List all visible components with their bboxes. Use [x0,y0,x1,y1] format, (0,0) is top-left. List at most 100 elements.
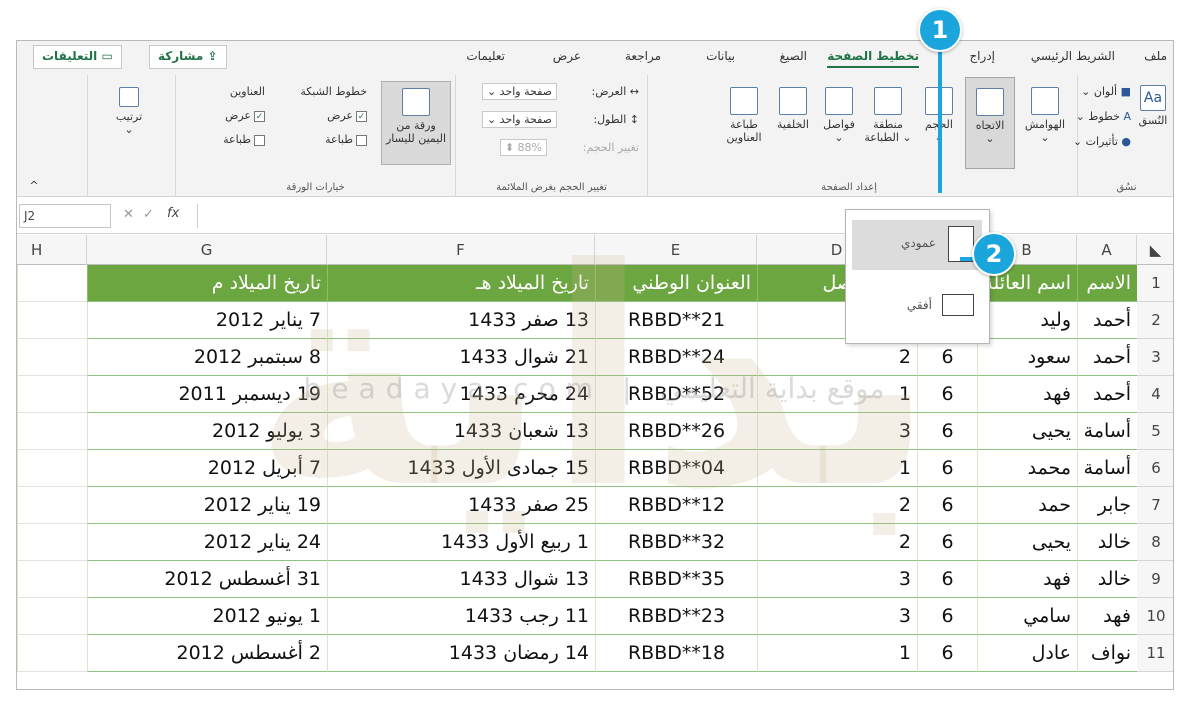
tab-file[interactable]: ملف [1144,49,1167,63]
cell-column-h[interactable] [17,450,87,487]
cell-column-h[interactable] [17,524,87,561]
cell-national-address[interactable]: RBBD**52 [595,376,757,413]
cell-name[interactable]: فهد [1077,598,1137,635]
column-header-g[interactable]: G [87,235,327,265]
cell-birth-date-gregorian[interactable]: 19 يناير 2012 [87,487,327,524]
gridlines-print-checkbox[interactable]: طباعة [325,133,367,146]
themes-button[interactable]: Aa النُسق [1135,85,1171,127]
cell-grade[interactable]: 6 [917,635,977,672]
arrange-button[interactable]: ترتيب ⌄ [107,87,151,136]
cell-grade[interactable]: 6 [917,413,977,450]
cell-national-address[interactable]: RBBD**24 [595,339,757,376]
cell-column-h[interactable] [17,413,87,450]
row-header[interactable]: 2 [1137,302,1173,339]
cell-grade[interactable]: 6 [917,450,977,487]
cell-class-number[interactable]: 3 [757,598,917,635]
cell-birth-date-hijri[interactable]: 25 صفر 1433 [327,487,595,524]
cell-name[interactable]: أحمد [1077,376,1137,413]
cell-column-h[interactable] [17,265,87,302]
cell-national-address[interactable]: RBBD**23 [595,598,757,635]
column-header-f[interactable]: F [327,235,595,265]
cell-national-address[interactable]: RBBD**32 [595,524,757,561]
select-all-corner[interactable]: ◣ [1137,235,1173,265]
tab-home[interactable]: الشريط الرئيسي [1031,49,1115,63]
cell-column-h[interactable] [17,339,87,376]
cell-birth-date-hijri[interactable]: 11 رجب 1433 [327,598,595,635]
cell-family-name[interactable]: محمد [977,450,1077,487]
cell-birth-date-hijri[interactable]: 13 صفر 1433 [327,302,595,339]
tab-review[interactable]: مراجعة [625,49,661,63]
headings-print-checkbox[interactable]: طباعة [223,133,265,146]
cancel-icon[interactable]: ✕ [123,207,134,222]
orientation-button[interactable]: الاتجاه ⌄ [965,77,1015,169]
margins-button[interactable]: الهوامش ⌄ [1019,87,1071,144]
cell-birth-date-hijri[interactable]: 13 شعبان 1433 [327,413,595,450]
cell-class-number[interactable]: 1 [757,450,917,487]
print-titles-button[interactable]: طباعة العناوين [721,87,767,144]
cell-birth-date-gregorian[interactable]: 31 أغسطس 2012 [87,561,327,598]
cell-column-h[interactable] [17,487,87,524]
cell-name[interactable]: أسامة [1077,413,1137,450]
comments-button[interactable]: ▭ التعليقات [33,45,122,69]
cell-grade[interactable]: 6 [917,376,977,413]
cell-birth-date-hijri[interactable]: 15 جمادى الأول 1433 [327,450,595,487]
cell-birth-date-gregorian[interactable]: 7 يناير 2012 [87,302,327,339]
cell-grade[interactable]: 6 [917,561,977,598]
cell-family-name[interactable]: وليد [977,302,1077,339]
cell-birth-date-gregorian[interactable]: 24 يناير 2012 [87,524,327,561]
cell-family-name[interactable]: سعود [977,339,1077,376]
row-header[interactable]: 6 [1137,450,1173,487]
column-header-e[interactable]: E [595,235,757,265]
cell-family-name[interactable]: سامي [977,598,1077,635]
cell-national-address[interactable]: RBBD**21 [595,302,757,339]
cell-grade[interactable]: 6 [917,598,977,635]
colors-button[interactable]: ■ ألوان ⌄ [1081,85,1131,98]
enter-icon[interactable]: ✓ [143,207,154,222]
cell-column-h[interactable] [17,635,87,672]
collapse-ribbon-icon[interactable]: ^ [27,179,41,192]
row-header[interactable]: 8 [1137,524,1173,561]
name-box[interactable]: J2 [19,204,111,228]
cell-class-number[interactable]: 2 [757,339,917,376]
cell-column-h[interactable] [17,561,87,598]
cell-class-number[interactable]: 1 [757,376,917,413]
gridlines-view-checkbox[interactable]: ✓عرض [327,109,367,122]
header-cell-national-address[interactable]: العنوان الوطني [595,265,757,302]
cell-national-address[interactable]: RBBD**35 [595,561,757,598]
header-cell-name[interactable]: الاسم [1077,265,1137,302]
row-header[interactable]: 5 [1137,413,1173,450]
scale-spinner[interactable]: 88% ⬍ [499,139,547,156]
cell-national-address[interactable]: RBBD**12 [595,487,757,524]
cell-class-number[interactable]: 2 [757,524,917,561]
cell-family-name[interactable]: يحيى [977,413,1077,450]
cell-birth-date-gregorian[interactable]: 7 أبريل 2012 [87,450,327,487]
cell-name[interactable]: نواف [1077,635,1137,672]
effects-button[interactable]: ● تأثيرات ⌄ [1073,135,1131,148]
cell-name[interactable]: جابر [1077,487,1137,524]
breaks-button[interactable]: فواصل ⌄ [819,87,859,144]
cell-class-number[interactable]: 3 [757,413,917,450]
cell-name[interactable]: أحمد [1077,302,1137,339]
tab-insert[interactable]: إدراج [969,49,995,63]
row-header[interactable]: 3 [1137,339,1173,376]
cell-birth-date-hijri[interactable]: 21 شوال 1433 [327,339,595,376]
tab-formulas[interactable]: الصيغ [780,49,807,63]
cell-name[interactable]: أسامة [1077,450,1137,487]
cell-national-address[interactable]: RBBD**26 [595,413,757,450]
cell-grade[interactable]: 6 [917,339,977,376]
cell-birth-date-gregorian[interactable]: 3 يوليو 2012 [87,413,327,450]
column-header-a[interactable]: A [1077,235,1137,265]
background-button[interactable]: الخلفية [771,87,815,131]
cell-birth-date-gregorian[interactable]: 2 أغسطس 2012 [87,635,327,672]
row-header[interactable]: 4 [1137,376,1173,413]
cell-name[interactable]: خالد [1077,561,1137,598]
formula-input[interactable] [197,204,1157,228]
row-header[interactable]: 1 [1137,265,1173,302]
row-header[interactable]: 10 [1137,598,1173,635]
cell-birth-date-gregorian[interactable]: 1 يونيو 2012 [87,598,327,635]
cell-national-address[interactable]: RBBD**04 [595,450,757,487]
tab-page-layout[interactable]: تخطيط الصفحة [827,49,919,68]
tab-data[interactable]: بيانات [706,49,735,63]
share-button[interactable]: ⇪ مشاركة [149,45,227,69]
cell-class-number[interactable]: 3 [757,561,917,598]
